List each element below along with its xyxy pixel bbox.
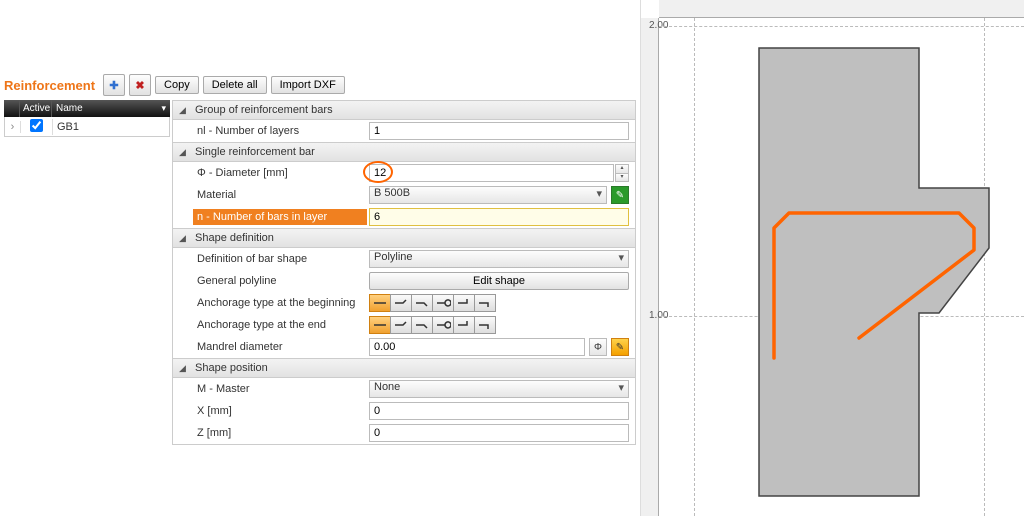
import-dxf-button[interactable]: Import DXF (271, 76, 345, 94)
toolbar: Reinforcement ✚ ✖ Copy Delete all Import… (4, 6, 636, 96)
panel-title: Reinforcement (4, 78, 95, 93)
edit-shape-button[interactable]: Edit shape (369, 272, 629, 290)
group-single-bar[interactable]: ◢ Single reinforcement bar (173, 142, 635, 162)
anchor-end-opt-1[interactable] (369, 316, 391, 334)
z-input[interactable] (369, 424, 629, 442)
drawing-canvas[interactable]: 2.00 1.00 (659, 18, 1024, 516)
anchor-end-group (369, 316, 496, 334)
n-bars-label: n - Number of bars in layer (193, 209, 367, 225)
drawing-viewport[interactable]: 2.00 1.00 (640, 0, 1024, 516)
mandrel-edit-button[interactable]: ✎ (611, 338, 629, 356)
diameter-label: Φ - Diameter [mm] (197, 167, 367, 179)
bar-shape-def-label: Definition of bar shape (197, 253, 367, 265)
anchor-begin-opt-1[interactable] (369, 294, 391, 312)
reinforcement-table: Active Name ▾ › GB1 (4, 100, 170, 445)
anchor-begin-opt-3[interactable] (411, 294, 433, 312)
row-active-checkbox[interactable] (21, 119, 53, 135)
mandrel-label: Mandrel diameter (197, 341, 367, 353)
bar-shape-def-select[interactable]: Polyline (369, 250, 629, 268)
anchor-begin-opt-6[interactable] (474, 294, 496, 312)
collapse-icon: ◢ (179, 147, 189, 158)
anchor-begin-opt-5[interactable] (453, 294, 475, 312)
collapse-icon: ◢ (179, 105, 189, 116)
col-header-active[interactable]: Active (20, 100, 52, 117)
cross-section-svg (659, 18, 1024, 516)
group-shape-definition[interactable]: ◢ Shape definition (173, 228, 635, 248)
general-polyline-label: General polyline (197, 275, 367, 287)
x-input[interactable] (369, 402, 629, 420)
filter-icon[interactable]: ▾ (161, 103, 166, 114)
material-select[interactable]: B 500B (369, 186, 607, 204)
anchor-end-opt-4[interactable] (432, 316, 454, 334)
diameter-input[interactable] (369, 164, 614, 182)
table-row[interactable]: › GB1 (4, 117, 170, 137)
anchor-begin-group (369, 294, 496, 312)
row-name[interactable]: GB1 (53, 121, 169, 133)
x-label: X [mm] (197, 405, 367, 417)
properties-panel: ◢ Group of reinforcement bars nl - Numbe… (172, 100, 636, 445)
anchor-end-opt-3[interactable] (411, 316, 433, 334)
master-select[interactable]: None (369, 380, 629, 398)
mandrel-input[interactable] (369, 338, 585, 356)
cross-section-shape (759, 48, 989, 496)
anchor-end-label: Anchorage type at the end (197, 319, 367, 331)
anchor-end-opt-6[interactable] (474, 316, 496, 334)
nl-input[interactable] (369, 122, 629, 140)
master-label: M - Master (197, 383, 367, 395)
row-indicator: › (5, 121, 21, 133)
copy-button[interactable]: Copy (155, 76, 199, 94)
anchor-begin-opt-2[interactable] (390, 294, 412, 312)
collapse-icon: ◢ (179, 363, 189, 374)
collapse-icon: ◢ (179, 233, 189, 244)
ruler-horizontal (659, 0, 1024, 18)
group-shape-position[interactable]: ◢ Shape position (173, 358, 635, 378)
material-label: Material (197, 189, 367, 201)
z-label: Z [mm] (197, 427, 367, 439)
diameter-spinner[interactable]: ▴▾ (615, 164, 629, 182)
n-bars-input[interactable] (369, 208, 629, 226)
material-edit-button[interactable]: ✎ (611, 186, 629, 204)
nl-label: nl - Number of layers (197, 125, 367, 137)
table-corner (4, 100, 20, 117)
delete-all-button[interactable]: Delete all (203, 76, 267, 94)
anchor-end-opt-2[interactable] (390, 316, 412, 334)
add-button[interactable]: ✚ (103, 74, 125, 96)
col-header-name[interactable]: Name ▾ (52, 100, 170, 117)
anchor-begin-opt-4[interactable] (432, 294, 454, 312)
group-reinforcement-bars[interactable]: ◢ Group of reinforcement bars (173, 101, 635, 120)
delete-button[interactable]: ✖ (129, 74, 151, 96)
anchor-begin-label: Anchorage type at the beginning (197, 297, 367, 309)
mandrel-phi-button[interactable]: Φ (589, 338, 607, 356)
anchor-end-opt-5[interactable] (453, 316, 475, 334)
ruler-vertical (641, 18, 659, 516)
